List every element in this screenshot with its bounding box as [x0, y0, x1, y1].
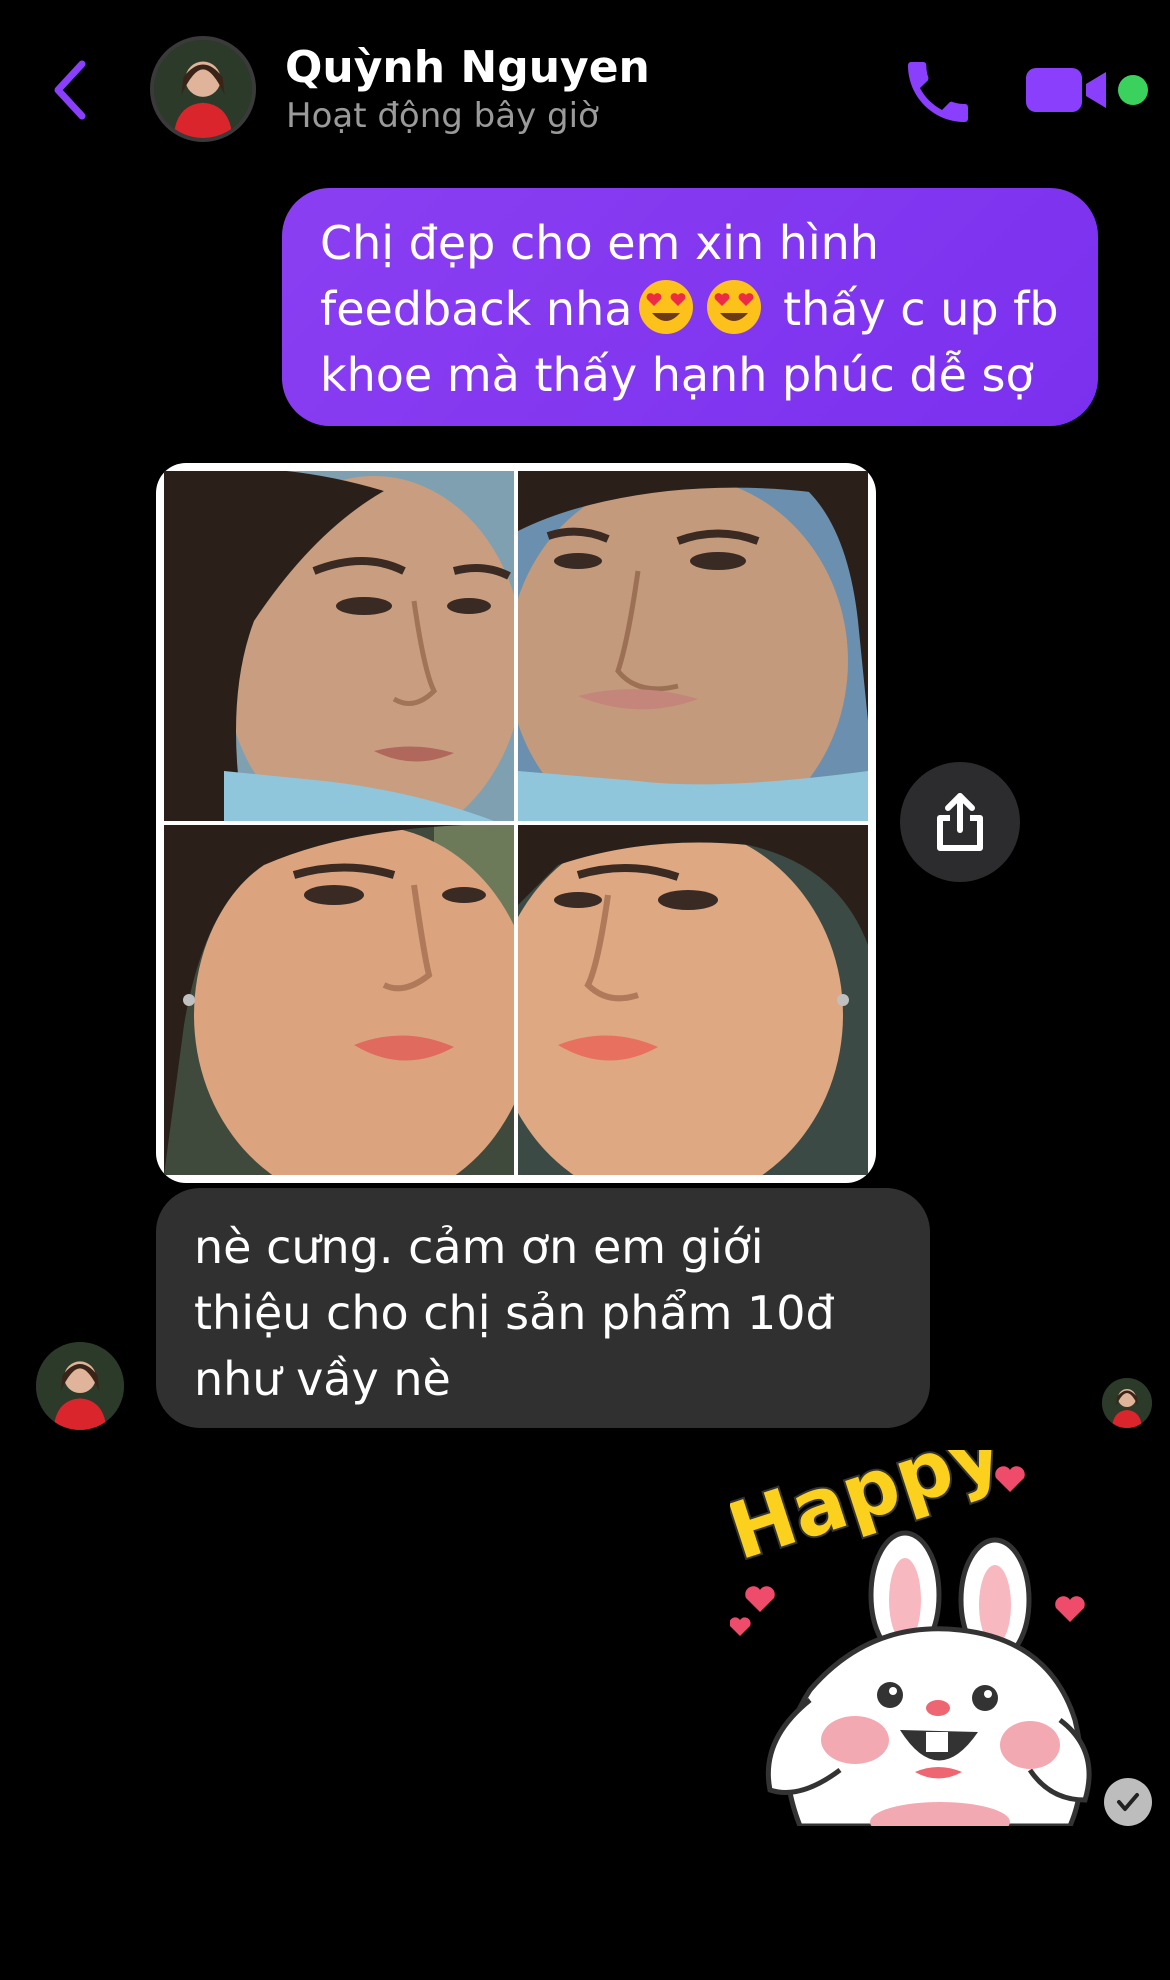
video-call-button[interactable]: [1024, 60, 1114, 120]
sent-check-icon: [1104, 1778, 1152, 1826]
chat-header: Quỳnh Nguyen Hoạt động bây giờ: [0, 0, 1170, 170]
message-line: khoe mà thấy hạnh phúc dễ sợ: [320, 348, 1034, 402]
contact-name[interactable]: Quỳnh Nguyen: [285, 42, 650, 93]
face-photo[interactable]: [164, 471, 514, 821]
message-text: feedback nha: [320, 282, 633, 336]
seen-receipt-avatar: [1102, 1378, 1152, 1428]
face-photo[interactable]: [518, 471, 868, 821]
heart-eyes-emoji-icon: [706, 279, 762, 335]
message-text: nè cưng. cảm ơn em giới thiệu cho chị sả…: [194, 1220, 835, 1406]
chat-screen: Quỳnh Nguyen Hoạt động bây giờ Chị đẹp c…: [0, 0, 1170, 1980]
face-photo[interactable]: [518, 825, 868, 1175]
sender-avatar[interactable]: [36, 1342, 124, 1430]
back-button[interactable]: [40, 50, 100, 130]
phone-icon: [908, 62, 968, 122]
message-line: feedback nha thấy c up fb: [320, 276, 1060, 342]
incoming-message-bubble[interactable]: nè cưng. cảm ơn em giới thiệu cho chị sả…: [156, 1188, 930, 1428]
message-text: thấy c up fb: [783, 282, 1059, 336]
photo-attachment-grid[interactable]: [156, 463, 876, 1183]
active-status: Hoạt động bây giờ: [286, 96, 599, 136]
online-indicator: [1118, 75, 1148, 105]
contact-avatar[interactable]: [150, 36, 256, 142]
happy-bunny-sticker[interactable]: Happy: [730, 1450, 1110, 1826]
face-photo[interactable]: [164, 825, 514, 1175]
audio-call-button[interactable]: [898, 52, 978, 132]
chevron-left-icon: [54, 60, 86, 120]
share-button[interactable]: [900, 762, 1020, 882]
message-line: Chị đẹp cho em xin hình: [320, 216, 879, 270]
heart-eyes-emoji-icon: [638, 279, 694, 335]
video-camera-icon: [1026, 68, 1106, 112]
share-icon: [937, 793, 983, 851]
outgoing-message-bubble[interactable]: Chị đẹp cho em xin hình feedback nha thấ…: [282, 188, 1098, 426]
